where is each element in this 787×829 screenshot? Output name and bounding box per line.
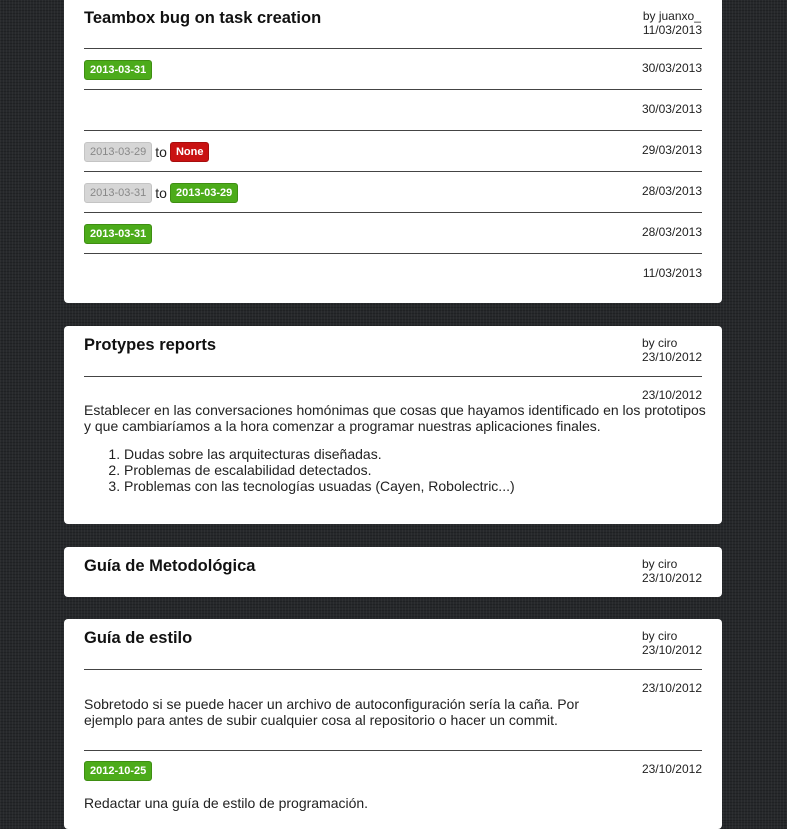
post-author[interactable]: by ciro xyxy=(642,629,702,643)
history-date: 28/03/2013 xyxy=(641,184,702,198)
post-date: 23/10/2012 xyxy=(641,571,702,585)
post-title[interactable]: Guía de estilo xyxy=(84,629,192,648)
old-date-badge: 2013-03-31 xyxy=(84,183,153,203)
history-change: 2013-03-31 to 2013-03-29 xyxy=(84,183,239,203)
comment-date: 23/10/2012 xyxy=(641,681,702,695)
new-date-badge: 2013-03-31 xyxy=(84,60,153,80)
post-card-teambox: Teambox bug on task creation by juanxo_ … xyxy=(64,0,722,303)
new-date-badge: 2013-03-29 xyxy=(169,183,239,203)
comment: 23/10/2012 Sobretodo si se puede hacer u… xyxy=(84,670,702,750)
history-change: 2013-03-31 xyxy=(84,224,153,244)
post-author[interactable]: by ciro xyxy=(642,557,702,571)
comment-text: Redactar una guía de estilo de programac… xyxy=(84,795,369,811)
history-date: 30/03/2013 xyxy=(641,102,702,116)
history-row: 2013-03-31 to 2013-03-29 28/03/2013 xyxy=(84,172,702,212)
history-row: 2013-03-29 to None 29/03/2013 xyxy=(84,131,702,171)
list-item: Problemas con las tecnologías usuadas (C… xyxy=(124,478,702,494)
comment-date: 23/10/2012 xyxy=(641,762,702,776)
post-date: 11/03/2013 xyxy=(642,23,702,37)
post-author[interactable]: by juanxo_ xyxy=(643,9,702,23)
post-date: 23/10/2012 xyxy=(641,643,702,657)
post-author[interactable]: by ciro xyxy=(642,336,702,350)
post-title[interactable]: Teambox bug on task creation xyxy=(84,9,321,28)
post-card-metodologica: Guía de Metodológica by ciro 23/10/2012 xyxy=(64,547,722,597)
history-date: 29/03/2013 xyxy=(641,143,702,157)
history-date: 30/03/2013 xyxy=(641,61,702,75)
comment: 23/10/2012 2012-10-25 Redactar una guía … xyxy=(84,751,702,811)
post-card-protypes: Protypes reports by ciro 23/10/2012 23/1… xyxy=(64,326,722,524)
post-date: 23/10/2012 xyxy=(641,350,702,364)
badge-row: 2012-10-25 xyxy=(84,751,702,781)
comment-list: Dudas sobre las arquitecturas diseñadas.… xyxy=(84,446,702,494)
list-item: Problemas de escalabilidad detectados. xyxy=(124,462,702,478)
comment-date: 23/10/2012 xyxy=(641,388,702,402)
post-meta: by ciro 23/10/2012 xyxy=(642,336,702,364)
comment-text: Sobretodo si se puede hacer un archivo d… xyxy=(84,696,579,728)
post-meta: by ciro 23/10/2012 xyxy=(642,629,702,657)
new-date-badge: 2013-03-31 xyxy=(84,224,153,244)
history-row: 30/03/2013 xyxy=(84,90,702,130)
list-item: Dudas sobre las arquitecturas diseñadas. xyxy=(124,446,702,462)
post-card-estilo: Guía de estilo by ciro 23/10/2012 23/10/… xyxy=(64,619,722,829)
due-date-badge: 2012-10-25 xyxy=(84,761,153,781)
new-date-badge: None xyxy=(169,142,210,162)
old-date-badge: 2013-03-29 xyxy=(84,142,153,162)
history-date: 28/03/2013 xyxy=(641,225,702,239)
post-meta: by juanxo_ 11/03/2013 xyxy=(643,9,702,37)
post-header: Guía de Metodológica by ciro 23/10/2012 xyxy=(84,547,702,597)
post-title[interactable]: Guía de Metodológica xyxy=(84,557,255,576)
task-history-list: 2013-03-31 30/03/2013 30/03/2013 2013-03-29… xyxy=(84,48,702,294)
history-row: 2013-03-31 30/03/2013 xyxy=(84,49,702,89)
history-change: 2013-03-31 xyxy=(84,60,153,80)
history-date: 11/03/2013 xyxy=(642,266,702,280)
to-label: to xyxy=(155,144,167,160)
history-change: 2013-03-29 to None xyxy=(84,142,210,162)
comment-text: Establecer en las conversaciones homónim… xyxy=(84,402,706,434)
post-header: Teambox bug on task creation by juanxo_ … xyxy=(84,0,702,48)
post-meta: by ciro 23/10/2012 xyxy=(642,557,702,585)
history-row: 2013-03-31 28/03/2013 xyxy=(84,213,702,253)
post-header: Guía de estilo by ciro 23/10/2012 xyxy=(84,619,702,669)
to-label: to xyxy=(155,185,167,201)
post-header: Protypes reports by ciro 23/10/2012 xyxy=(84,326,702,376)
post-title[interactable]: Protypes reports xyxy=(84,336,216,355)
history-row: 11/03/2013 xyxy=(84,254,702,294)
comment: 23/10/2012 Establecer en las conversacio… xyxy=(84,377,706,494)
